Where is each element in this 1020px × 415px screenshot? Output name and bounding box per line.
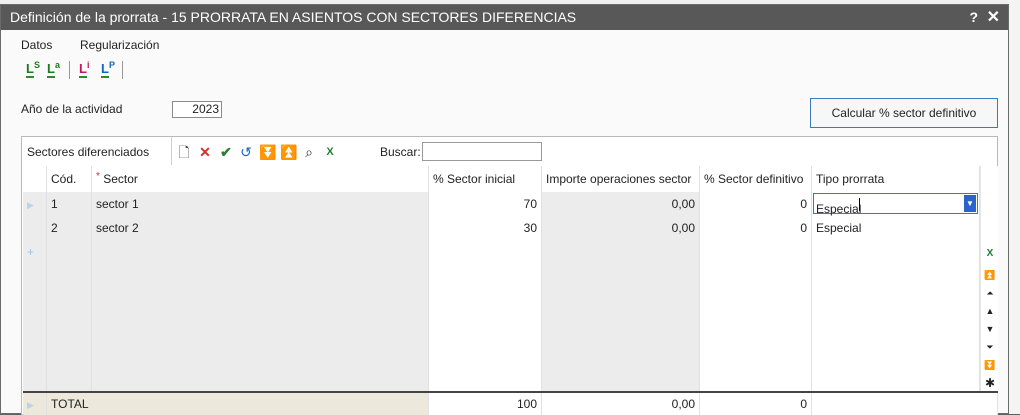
undo-icon[interactable]: ↺ [238, 144, 254, 160]
prorrata-dialog: Definición de la prorrata - 15 PRORRATA … [0, 4, 1009, 415]
row-indicator-header [23, 166, 47, 192]
menu-regularizacion[interactable]: Regularización [80, 38, 159, 52]
tipo-prorrata-value: Especial [816, 202, 862, 216]
empty-row [23, 264, 980, 288]
new-document-icon[interactable]: 🗋 [176, 144, 192, 160]
cell-code[interactable]: 1 [47, 192, 92, 216]
row-indicator [23, 216, 47, 240]
cell-sector[interactable] [92, 240, 429, 264]
close-button[interactable]: ✕ [987, 7, 1000, 27]
column-header-tipo-prorrata[interactable]: Tipo prorrata [812, 166, 980, 192]
column-header-sector-definitivo[interactable]: % Sector definitivo [700, 166, 812, 192]
background-right-edge [1008, 0, 1020, 414]
page-up-icon[interactable]: ⏶ [982, 285, 998, 301]
search-icon[interactable]: ⌕ [301, 144, 317, 160]
excel-icon[interactable]: X [322, 144, 338, 160]
empty-row [23, 360, 980, 391]
calculate-definitive-sector-button[interactable]: Calcular % sector definitivo [810, 98, 998, 128]
first-row-icon[interactable]: ⏫ [982, 267, 998, 283]
cell-importe: 0,00 [542, 192, 700, 216]
column-header-sector[interactable]: * Sector [92, 166, 429, 192]
cell-sector-inicial[interactable]: 30 [429, 216, 542, 240]
check-icon[interactable]: ✔ [218, 144, 234, 160]
empty-row [23, 312, 980, 336]
totals-row: ▶ TOTAL 100 0,00 0 [23, 391, 998, 415]
total-label: TOTAL [47, 393, 429, 415]
cell-code[interactable] [47, 240, 92, 264]
column-header-sector-inicial[interactable]: % Sector inicial [429, 166, 542, 192]
help-button[interactable]: ? [969, 9, 978, 25]
cell-sector[interactable]: sector 1 [92, 192, 429, 216]
cell-tipo-prorrata[interactable] [812, 240, 980, 264]
excel-export-icon[interactable]: X [982, 246, 998, 262]
year-label: Año de la actividad [21, 102, 123, 116]
arrow-icon: ▶ [27, 400, 34, 410]
move-down-icon[interactable]: ⏬ [259, 144, 276, 160]
last-row-icon[interactable]: ⏬ [982, 357, 998, 373]
window-title: Definición de la prorrata - 15 PRORRATA … [10, 9, 577, 25]
menu-bar: Datos Regularización [1, 30, 1008, 56]
year-input[interactable]: 2023 [172, 101, 222, 118]
menu-datos[interactable]: Datos [21, 38, 52, 52]
search-input[interactable] [422, 142, 542, 161]
column-header-importe[interactable]: Importe operaciones sector [542, 166, 700, 192]
row-down-icon[interactable]: ▼ [982, 321, 998, 337]
text-caret [859, 198, 860, 211]
delete-icon[interactable]: ✕ [197, 144, 213, 160]
table-row[interactable]: 2 sector 2 30 0,00 0 Especial [23, 216, 980, 240]
cell-code[interactable]: 2 [47, 216, 92, 240]
tab-sectores-diferenciados[interactable]: Sectores diferenciados [22, 137, 172, 165]
row-indicator: ▶ [23, 393, 47, 415]
new-record-icon[interactable]: ✱ [982, 375, 998, 391]
empty-row [23, 336, 980, 360]
cell-tipo-prorrata[interactable]: Especial ▼ [812, 192, 980, 216]
cell-sector-definitivo[interactable] [700, 240, 812, 264]
chevron-down-icon[interactable]: ▼ [964, 195, 976, 212]
cell-sector[interactable]: sector 2 [92, 216, 429, 240]
ledger-i-icon[interactable]: Li [79, 60, 89, 78]
total-sector-inicial: 100 [429, 393, 542, 415]
empty-row [23, 288, 980, 312]
cell-sector-inicial[interactable]: 70 [429, 192, 542, 216]
cell-tipo-prorrata[interactable]: Especial [812, 216, 980, 240]
cell-importe [542, 240, 700, 264]
cell-sector-definitivo[interactable]: 0 [700, 192, 812, 216]
new-row[interactable]: + [23, 240, 980, 264]
cell-sector-definitivo[interactable]: 0 [700, 216, 812, 240]
title-bar: Definición de la prorrata - 15 PRORRATA … [1, 5, 1008, 30]
icon-toolbar: LS La Li LP [1, 56, 1008, 82]
toolbar-divider [122, 61, 123, 79]
row-up-icon[interactable]: ▲ [982, 303, 998, 319]
column-header-code[interactable]: Cód. [47, 166, 92, 192]
total-tipo-prorrata [812, 393, 998, 415]
page-down-icon[interactable]: ⏷ [982, 339, 998, 355]
cell-sector-inicial[interactable] [429, 240, 542, 264]
total-sector-definitivo: 0 [700, 393, 812, 415]
cell-importe: 0,00 [542, 216, 700, 240]
new-row-marker: + [23, 240, 47, 264]
move-up-icon[interactable]: ⏫ [280, 144, 297, 160]
ledger-s-icon[interactable]: LS [26, 60, 40, 78]
required-mark: * [96, 171, 100, 182]
tipo-prorrata-select[interactable]: Especial ▼ [813, 193, 978, 216]
current-row-arrow-icon: ▶ [27, 200, 34, 210]
ledger-p-icon[interactable]: LP [101, 60, 115, 78]
sectors-panel: Sectores diferenciados 🗋 ✕ ✔ ↺ ⏬ ⏫ ⌕ X B… [21, 136, 998, 415]
search-label: Buscar: [380, 145, 421, 159]
total-importe: 0,00 [542, 393, 700, 415]
toolbar-divider [69, 61, 70, 79]
table-row[interactable]: ▶ 1 sector 1 70 0,00 0 Especial ▼ [23, 192, 980, 216]
row-indicator: ▶ [23, 192, 47, 216]
ledger-a-icon[interactable]: La [47, 60, 60, 78]
grid-navigation-sidebar: X ⏫ ⏶ ▲ ▼ ⏷ ⏬ ✱ [980, 166, 998, 391]
